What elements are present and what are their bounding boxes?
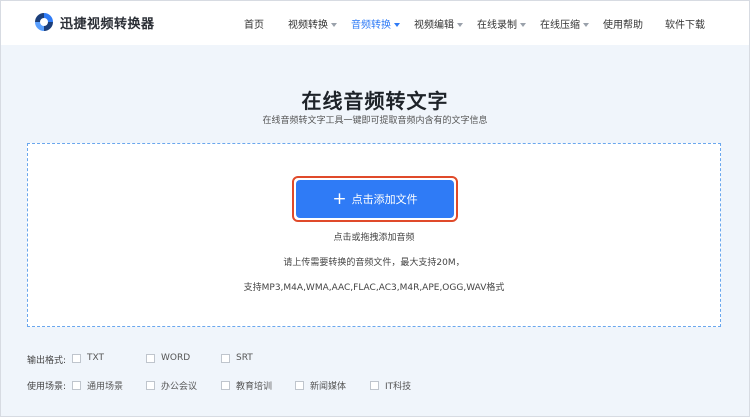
- scenario-option-meeting[interactable]: 办公会议: [146, 379, 197, 392]
- checkbox[interactable]: [221, 381, 230, 390]
- chevron-down-icon: [331, 23, 337, 27]
- upload-dropzone[interactable]: + 点击添加文件 点击或拖拽添加音频 请上传需要转换的音频文件，最大支持20M，…: [27, 143, 721, 327]
- format-option-word[interactable]: WORD: [146, 353, 190, 363]
- app-window: 迅捷视频转换器 首页 视频转换 音频转换 视频编辑 在线录制 在线压缩 使用帮助…: [0, 0, 750, 417]
- chevron-down-icon: [520, 23, 526, 27]
- formats-hint: 支持MP3,M4A,WMA,AAC,FLAC,AC3,M4R,APE,OGG,W…: [243, 283, 505, 293]
- scenario-option-label: 通用场景: [87, 382, 124, 392]
- nav-video-edit[interactable]: 视频编辑: [414, 16, 463, 31]
- chevron-down-icon: [394, 23, 400, 27]
- nav-home-label: 首页: [244, 20, 264, 31]
- scenario-option-education[interactable]: 教育培训: [221, 379, 272, 392]
- checkbox[interactable]: [72, 381, 81, 390]
- nav-help[interactable]: 使用帮助: [603, 16, 643, 31]
- checkbox[interactable]: [370, 381, 379, 390]
- scenario-option-it[interactable]: IT科技: [370, 379, 411, 392]
- nav-audio-convert[interactable]: 音频转换: [351, 16, 400, 31]
- nav-help-label: 使用帮助: [603, 20, 643, 31]
- format-option-label: TXT: [87, 353, 105, 363]
- drag-hint: 点击或拖拽添加音频: [333, 233, 415, 243]
- format-option-txt[interactable]: TXT: [72, 353, 104, 363]
- scenario-option-news[interactable]: 新闻媒体: [295, 379, 346, 392]
- nav-video-convert[interactable]: 视频转换: [288, 16, 337, 31]
- checkbox[interactable]: [146, 381, 155, 390]
- format-option-label: WORD: [161, 353, 191, 363]
- nav-online-record[interactable]: 在线录制: [477, 16, 526, 31]
- scenario-option-general[interactable]: 通用场景: [72, 379, 123, 392]
- nav-home[interactable]: 首页: [244, 16, 264, 31]
- scenario-option-label: 新闻媒体: [310, 382, 347, 392]
- format-option-label: SRT: [236, 353, 253, 363]
- top-navbar: 迅捷视频转换器 首页 视频转换 音频转换 视频编辑 在线录制 在线压缩 使用帮助…: [1, 1, 749, 45]
- format-option-srt[interactable]: SRT: [221, 353, 253, 363]
- nav-video-edit-label: 视频编辑: [414, 20, 454, 31]
- size-hint: 请上传需要转换的音频文件，最大支持20M，: [283, 258, 465, 268]
- chevron-down-icon: [583, 23, 589, 27]
- output-format-label: 输出格式:: [27, 356, 67, 366]
- nav-download[interactable]: 软件下载: [665, 16, 705, 31]
- scenario-option-label: 教育培训: [236, 382, 273, 392]
- checkbox[interactable]: [146, 353, 155, 363]
- scenario-label: 使用场景:: [27, 382, 67, 392]
- nav-download-label: 软件下载: [665, 20, 705, 31]
- logo-icon[interactable]: [33, 11, 55, 33]
- chevron-down-icon: [457, 23, 463, 27]
- checkbox[interactable]: [72, 353, 81, 363]
- scenario-option-label: IT科技: [385, 382, 412, 392]
- brand-name[interactable]: 迅捷视频转换器: [60, 13, 155, 32]
- checkbox[interactable]: [221, 353, 230, 363]
- scenario-option-label: 办公会议: [161, 382, 198, 392]
- plus-icon: +: [332, 188, 347, 209]
- nav-audio-convert-label: 音频转换: [351, 20, 391, 31]
- checkbox[interactable]: [295, 381, 304, 390]
- page-subtitle: 在线音频转文字工具一键即可提取音频内含有的文字信息: [262, 116, 488, 126]
- nav-online-compress[interactable]: 在线压缩: [540, 16, 589, 31]
- nav-online-record-label: 在线录制: [477, 20, 517, 31]
- add-file-button-label: 点击添加文件: [351, 193, 418, 206]
- page-title: 在线音频转文字: [301, 89, 449, 113]
- nav-video-convert-label: 视频转换: [288, 20, 328, 31]
- nav-online-compress-label: 在线压缩: [540, 20, 580, 31]
- add-file-button[interactable]: + 点击添加文件: [296, 180, 454, 218]
